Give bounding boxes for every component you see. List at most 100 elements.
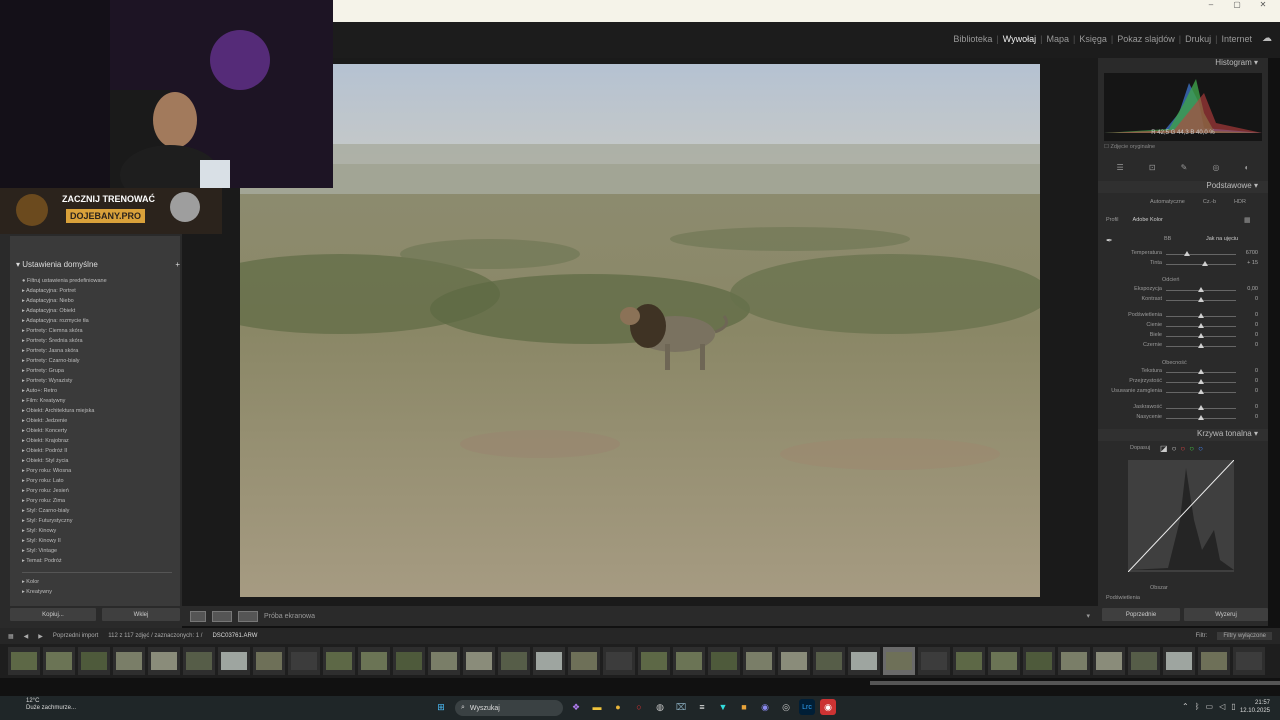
preset-group-item[interactable]: ▸ Pory roku: Wiosna — [22, 466, 172, 476]
preset-group-item[interactable]: ▸ Auto+: Retro — [22, 386, 172, 396]
filmstrip-thumbnail[interactable] — [1163, 647, 1195, 675]
module-biblioteka[interactable]: Biblioteka — [949, 34, 996, 44]
slider-knob[interactable] — [1198, 297, 1204, 302]
preset-group-item[interactable]: ▸ Temat: Podróż — [22, 556, 172, 566]
wb-picker-icon[interactable]: ✒ — [1106, 236, 1113, 245]
slider-value[interactable]: 6700 — [1238, 250, 1258, 256]
slider-knob[interactable] — [1198, 379, 1204, 384]
vpn-icon[interactable]: ▼ — [715, 699, 731, 715]
slider-knob[interactable] — [1198, 313, 1204, 318]
filmstrip-thumbnail[interactable] — [8, 647, 40, 675]
taskbar-search[interactable]: ⌕ Wyszukaj — [455, 700, 563, 716]
filmstrip-thumbnail[interactable] — [708, 647, 740, 675]
tray-arrow-icon[interactable]: ⌃ — [1182, 702, 1189, 711]
filmstrip-thumbnail[interactable] — [463, 647, 495, 675]
filmstrip-thumbnail[interactable] — [498, 647, 530, 675]
treatment-hdr[interactable]: HDR — [1234, 199, 1246, 205]
slider-value[interactable]: 0 — [1238, 342, 1258, 348]
slider-track[interactable] — [1166, 254, 1236, 255]
preset-group-item[interactable]: ▸ Pory roku: Lato — [22, 476, 172, 486]
reset-button[interactable]: Wyzeruj — [1184, 608, 1268, 621]
slider-row[interactable]: Tinta + 15 — [1102, 260, 1262, 270]
preset-group-item[interactable]: ▸ Portrety: Średnia skóra — [22, 336, 172, 346]
slider-knob[interactable] — [1198, 415, 1204, 420]
filmstrip-thumbnail[interactable] — [533, 647, 565, 675]
add-preset-icon[interactable]: + — [175, 260, 180, 269]
preset-group-item[interactable]: ▸ Obiekt: Koncerty — [22, 426, 172, 436]
treatment-bw[interactable]: Cz.-b — [1203, 199, 1216, 205]
filmstrip-thumbnail[interactable] — [393, 647, 425, 675]
network-icon[interactable]: ▭ — [1206, 702, 1214, 711]
grid-view-icon[interactable]: ▦ — [8, 633, 14, 640]
module-ksiega[interactable]: Księga — [1075, 34, 1111, 44]
filmstrip-thumbnail[interactable] — [813, 647, 845, 675]
main-photo[interactable] — [240, 64, 1040, 597]
filter-select[interactable]: Filtry wyłączone — [1217, 632, 1272, 640]
filmstrip-thumbnail[interactable] — [218, 647, 250, 675]
preset-group-item[interactable]: ▸ Styl: Futurystyczny — [22, 516, 172, 526]
slider-row[interactable]: Podświetlenia 0 — [1102, 312, 1262, 322]
wb-select[interactable]: Jak na ujęciu — [1206, 236, 1238, 242]
filmstrip-thumbnail[interactable] — [1128, 647, 1160, 675]
battery-icon[interactable]: ▯ — [1231, 702, 1235, 711]
preset-filter[interactable]: ● Filtruj ustawienia predefiniowane — [22, 276, 172, 286]
tone-curve-header[interactable]: Krzywa tonalna ▾ — [1098, 429, 1268, 441]
filmstrip-thumbnail[interactable] — [603, 647, 635, 675]
preset-group-item[interactable]: ▸ Adaptacyjna: Portret — [22, 286, 172, 296]
module-pokaz-slajdow[interactable]: Pokaz slajdów — [1113, 34, 1179, 44]
filmstrip-thumbnail[interactable] — [323, 647, 355, 675]
preset-group-item[interactable]: ▸ Portrety: Ciemna skóra — [22, 326, 172, 336]
tone-curve[interactable] — [1127, 459, 1235, 573]
filmstrip-thumbnail[interactable] — [568, 647, 600, 675]
windows-start-icon[interactable]: ⊞ — [433, 699, 449, 715]
filmstrip-thumbnail[interactable] — [148, 647, 180, 675]
filmstrip-thumbnail[interactable] — [1198, 647, 1230, 675]
filmstrip-thumbnail[interactable] — [918, 647, 950, 675]
filmstrip-thumbnail[interactable] — [778, 647, 810, 675]
preset-group-item[interactable]: ▸ Styl: Czarno-biały — [22, 506, 172, 516]
discord-icon[interactable]: ◉ — [757, 699, 773, 715]
slider-knob[interactable] — [1198, 323, 1204, 328]
slider-row[interactable]: Cienie 0 — [1102, 322, 1262, 332]
module-internet[interactable]: Internet — [1217, 34, 1256, 44]
curve-parametric-icon[interactable]: ◪ — [1160, 444, 1168, 453]
slider-value[interactable]: 0 — [1238, 388, 1258, 394]
filmstrip-scrollbar[interactable] — [870, 681, 1280, 685]
slider-value[interactable]: + 15 — [1238, 260, 1258, 266]
slider-row[interactable]: Nasycenie 0 — [1102, 414, 1262, 424]
filmstrip-thumbnail[interactable] — [673, 647, 705, 675]
filmstrip-thumbnail[interactable] — [183, 647, 215, 675]
notes-icon[interactable]: ≡ — [694, 699, 710, 715]
chrome-icon[interactable]: ● — [610, 699, 626, 715]
compare-view-icon[interactable] — [238, 610, 258, 622]
back-arrow-icon[interactable]: ◀ — [24, 633, 29, 640]
filmstrip-thumbnail[interactable] — [848, 647, 880, 675]
slider-value[interactable]: 0 — [1238, 296, 1258, 302]
original-photo-toggle[interactable]: ☐ Zdjęcie oryginalne — [1104, 144, 1204, 150]
app-icon[interactable]: ◍ — [652, 699, 668, 715]
redeye-icon[interactable]: ◎ — [1212, 163, 1219, 172]
loupe-view-icon[interactable] — [190, 610, 206, 622]
curve-red-icon[interactable]: ○ — [1180, 444, 1185, 453]
slider-knob[interactable] — [1201, 261, 1208, 266]
basic-header[interactable]: Podstawowe ▾ — [1098, 181, 1268, 193]
store-icon[interactable]: ■ — [736, 699, 752, 715]
slider-row[interactable]: Kontrast 0 — [1102, 296, 1262, 306]
paste-button[interactable]: Wklej — [102, 608, 180, 621]
filmstrip-source[interactable]: Poprzedni import — [53, 633, 98, 639]
filmstrip-thumbnail[interactable] — [78, 647, 110, 675]
filmstrip-thumbnail[interactable] — [743, 647, 775, 675]
slider-row[interactable]: Biele 0 — [1102, 332, 1262, 342]
slider-knob[interactable] — [1184, 251, 1190, 256]
preset-group-item[interactable]: ▸ Obiekt: Krajobraz — [22, 436, 172, 446]
module-wywolaj[interactable]: Wywołaj — [999, 34, 1040, 44]
opera-icon[interactable]: ○ — [631, 699, 647, 715]
preset-category-item[interactable]: ▸ Kolor — [22, 577, 172, 587]
slider-row[interactable]: Temperatura 6700 — [1102, 250, 1262, 260]
presets-header[interactable]: ▾ Ustawienia domyślne + — [16, 260, 180, 272]
clock[interactable]: 21:57 12.10.2025 — [1240, 699, 1270, 715]
slider-knob[interactable] — [1198, 405, 1204, 410]
preset-group-item[interactable]: ▸ Obiekt: Architektura miejska — [22, 406, 172, 416]
preset-group-item[interactable]: ▸ Pory roku: Zima — [22, 496, 172, 506]
slider-knob[interactable] — [1198, 343, 1204, 348]
